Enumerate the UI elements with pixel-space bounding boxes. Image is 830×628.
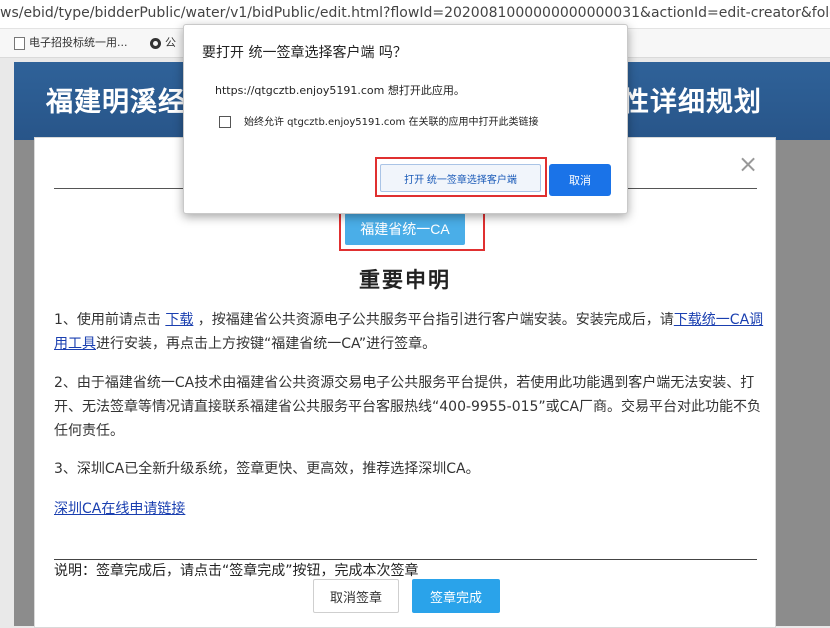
open-app-button[interactable]: 打开 统一签章选择客户端 [380,164,541,192]
open-app-dialog: 要打开 统一签章选择客户端 吗？ https://qtgcztb.enjoy51… [183,24,628,214]
globe-icon [150,37,161,49]
always-allow-label: 始终允许 qtgcztb.enjoy5191.com 在关联的应用中打开此类链接 [244,117,539,128]
site-title-left: 福建明溪经 [46,87,186,118]
bookmark-label: 公 [165,36,176,49]
page-icon [14,36,25,50]
notice-paragraph-1: 1、使用前请点击 下载 ，按福建省公共资源电子公共服务平台指引进行客户端安装。安… [54,308,766,356]
bookmark-label: 电子招投标统一用... [29,36,128,49]
always-allow-checkbox[interactable] [219,116,231,128]
dialog-cancel-button[interactable]: 取消 [549,164,611,196]
dialog-message: https://qtgcztb.enjoy5191.com 想打开此应用。 [215,84,465,97]
dialog-title: 要打开 统一签章选择客户端 吗？ [202,45,407,61]
bookmark-item[interactable]: 公 [150,29,176,57]
shenzhen-ca-row: 深圳CA在线申请链接 [54,497,766,521]
cancel-sign-button[interactable]: 取消签章 [313,579,399,613]
shenzhen-ca-link[interactable]: 深圳CA在线申请链接 [54,501,185,517]
para1-text: 1、使用前请点击 [54,312,166,328]
finish-sign-button[interactable]: 签章完成 [412,579,500,613]
para1-text: ，按福建省公共资源电子公共服务平台指引进行客户端安装。安装完成后，请 [193,312,674,328]
download-link[interactable]: 下载 [165,312,193,328]
notice-title: 重要申明 [359,268,451,292]
notice-paragraph-3: 3、深圳CA已全新升级系统，签章更快、更高效，推荐选择深圳CA。 [54,461,480,477]
site-title-right: 性详细规划 [622,87,762,118]
notice-paragraph-2: 2、由于福建省统一CA技术由福建省公共资源交易电子公共服务平台提供，若使用此功能… [54,375,762,439]
close-icon[interactable]: × [738,152,758,176]
fujian-ca-button[interactable]: 福建省统一CA [345,213,465,245]
url-text[interactable]: ws/ebid/type/bidderPublic/water/v1/bidPu… [0,5,830,21]
para1-text: 进行安装，再点击上方按键“福建省统一CA”进行签章。 [96,336,437,352]
bookmark-item[interactable]: 电子招投标统一用... [14,29,128,57]
